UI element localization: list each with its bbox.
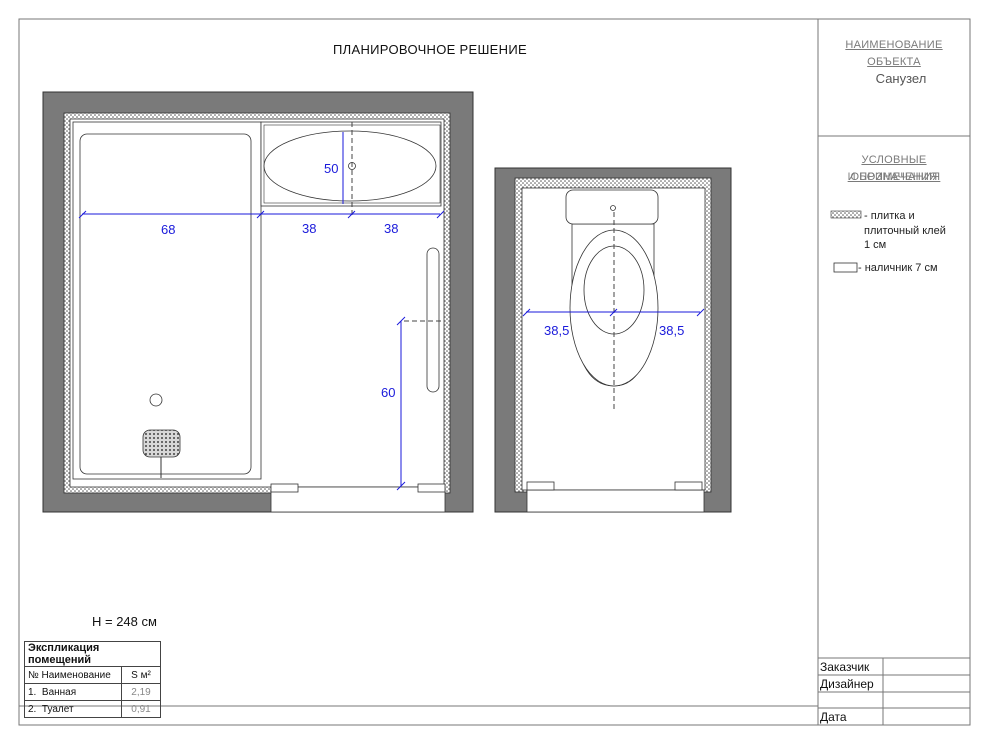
towel-rail [426, 247, 440, 393]
shower-head [142, 429, 181, 458]
row-num: 2. [28, 703, 37, 715]
bathroom-plan: 50 68 38 38 60 [42, 91, 474, 513]
dim-label-sink-to-right: 38 [384, 221, 398, 236]
ceiling-height-note: H = 248 см [92, 614, 157, 629]
row-area: 2,19 [121, 683, 161, 701]
wc-flush-button [610, 205, 616, 211]
explication-title: Экспликация помещений [24, 641, 161, 667]
legend-tile-line2: плиточный клей [864, 225, 946, 237]
legend-heading-line2: И ПРИМЕЧАНИЯ [847, 171, 941, 183]
bathtub-inner [79, 133, 252, 475]
explication-col-area: S м² [121, 666, 161, 684]
legend-tile-line3: 1 см [864, 239, 887, 251]
explication-col-name: № Наименование [24, 666, 122, 684]
floor-plan-sheet: 50 68 38 38 60 38,5 38,5 [18, 18, 971, 726]
table-row: 1. Ванная 2,19 [24, 683, 161, 701]
stamp-customer-label: Заказчик [820, 660, 870, 674]
row-num: 1. [28, 686, 37, 698]
legend-casing-text: - наличник 7 см [858, 262, 938, 274]
table-row: 2. Туалет 0,91 [24, 700, 161, 718]
legend-tile-line1: - плитка и [864, 210, 915, 222]
object-name-heading: НАИМЕНОВАНИЕ ОБЪЕКТА [845, 39, 943, 68]
bathroom-door-casing-left [270, 483, 299, 493]
object-name: Санузел [875, 71, 927, 86]
dim-label-left-to-sink: 38 [302, 221, 316, 236]
bathtub-drain [149, 393, 163, 407]
toilet-door-casing-right [674, 481, 703, 491]
dim-label-towel-height: 60 [381, 385, 395, 400]
dim-label-wc-left: 38,5 [544, 323, 569, 338]
bathroom-door-casing-right [417, 483, 446, 493]
toilet-door-opening [526, 489, 705, 513]
stamp-date-label: Дата [820, 710, 847, 724]
toilet-plan: 38,5 38,5 [494, 167, 732, 513]
legend-casing-symbol [833, 262, 858, 273]
row-name: Ванная [41, 686, 77, 698]
drawing-title: ПЛАНИРОВОЧНОЕ РЕШЕНИЕ [333, 42, 527, 57]
dim-label-bath-width: 68 [161, 222, 175, 237]
room-explication-table: Экспликация помещений № Наименование S м… [24, 641, 161, 718]
dim-label-wc-right: 38,5 [659, 323, 684, 338]
legend-tile-symbol [830, 210, 862, 219]
row-area: 0,91 [121, 700, 161, 718]
toilet-door-casing-left [526, 481, 555, 491]
dim-label-sink-depth: 50 [324, 161, 338, 176]
row-name: Туалет [41, 703, 74, 715]
stamp-designer-label: Дизайнер [820, 677, 874, 691]
